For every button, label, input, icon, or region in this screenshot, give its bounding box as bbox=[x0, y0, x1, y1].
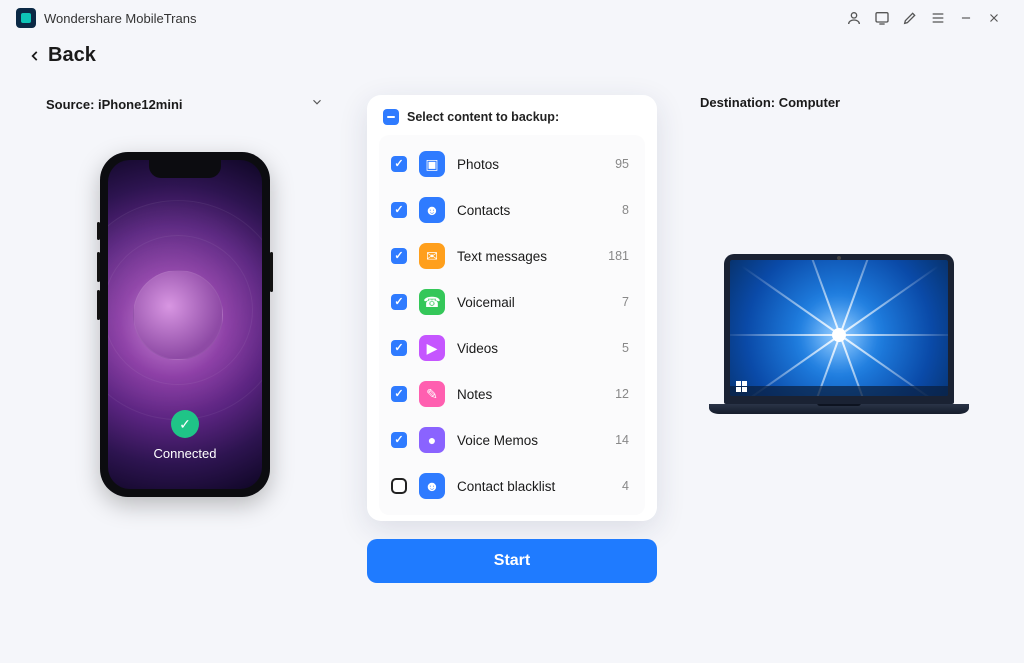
select-all-checkbox[interactable] bbox=[383, 109, 399, 125]
item-count: 5 bbox=[622, 341, 629, 355]
item-count: 95 bbox=[615, 157, 629, 171]
item-checkbox[interactable] bbox=[391, 156, 407, 172]
item-label: Voicemail bbox=[457, 295, 610, 310]
account-icon[interactable] bbox=[840, 4, 868, 32]
destination-column: Destination: Computer bbox=[694, 95, 984, 414]
photos-icon: ▣ bbox=[419, 151, 445, 177]
contacts-icon: ☻ bbox=[419, 197, 445, 223]
panel-header: Select content to backup: bbox=[407, 110, 559, 124]
menu-icon[interactable] bbox=[924, 4, 952, 32]
check-icon: ✓ bbox=[171, 410, 199, 438]
content-panel: Select content to backup: ▣ Photos 95 ☻ Cont… bbox=[367, 95, 657, 521]
item-label: Contact blacklist bbox=[457, 479, 610, 494]
start-button[interactable]: Start bbox=[367, 539, 657, 583]
notes-icon: ✎ bbox=[419, 381, 445, 407]
voicemail-icon: ☎ bbox=[419, 289, 445, 315]
item-checkbox[interactable] bbox=[391, 386, 407, 402]
destination-label: Destination: Computer bbox=[700, 95, 840, 110]
item-checkbox[interactable] bbox=[391, 432, 407, 448]
back-label: Back bbox=[48, 44, 96, 67]
content-selection-column: Select content to backup: ▣ Photos 95 ☻ Cont… bbox=[350, 95, 674, 583]
source-phone: ✓ Connected bbox=[100, 152, 270, 497]
connected-status: Connected bbox=[108, 446, 262, 461]
minimize-icon[interactable] bbox=[952, 4, 980, 32]
source-column: Source: iPhone12mini ✓ Connected bbox=[40, 95, 330, 497]
main-content: Source: iPhone12mini ✓ Connected Select … bbox=[0, 79, 1024, 583]
source-dropdown[interactable] bbox=[310, 95, 324, 114]
list-item[interactable]: ▦Calendar7 bbox=[381, 509, 639, 515]
item-count: 14 bbox=[615, 433, 629, 447]
item-checkbox[interactable] bbox=[391, 294, 407, 310]
list-item[interactable]: ▣ Photos 95 bbox=[381, 141, 639, 187]
blacklist-icon: ☻ bbox=[419, 473, 445, 499]
item-label: Videos bbox=[457, 341, 610, 356]
item-checkbox[interactable] bbox=[391, 202, 407, 218]
item-count: 7 bbox=[622, 295, 629, 309]
source-label: Source: iPhone12mini bbox=[46, 97, 183, 112]
list-item[interactable]: ☻ Contact blacklist 4 bbox=[381, 463, 639, 509]
messages-icon: ✉ bbox=[419, 243, 445, 269]
list-item[interactable]: ✉ Text messages 181 bbox=[381, 233, 639, 279]
list-item[interactable]: ☻ Contacts 8 bbox=[381, 187, 639, 233]
item-count: 8 bbox=[622, 203, 629, 217]
item-label: Photos bbox=[457, 157, 603, 172]
item-label: Notes bbox=[457, 387, 603, 402]
item-label: Contacts bbox=[457, 203, 610, 218]
destination-laptop bbox=[709, 254, 969, 414]
list-item[interactable]: ▶ Videos 5 bbox=[381, 325, 639, 371]
item-label: Text messages bbox=[457, 249, 596, 264]
list-item[interactable]: ● Voice Memos 14 bbox=[381, 417, 639, 463]
list-item[interactable]: ✎ Notes 12 bbox=[381, 371, 639, 417]
item-checkbox[interactable] bbox=[391, 248, 407, 264]
edit-icon[interactable] bbox=[896, 4, 924, 32]
list-item[interactable]: ☎ Voicemail 7 bbox=[381, 279, 639, 325]
item-count: 12 bbox=[615, 387, 629, 401]
close-icon[interactable] bbox=[980, 4, 1008, 32]
item-checkbox[interactable] bbox=[391, 478, 407, 494]
content-list[interactable]: ▣ Photos 95 ☻ Contacts 8 ✉ Text messages 181 ☎ Voi… bbox=[381, 141, 643, 515]
voicememo-icon: ● bbox=[419, 427, 445, 453]
app-title: Wondershare MobileTrans bbox=[44, 11, 196, 26]
item-label: Voice Memos bbox=[457, 433, 603, 448]
item-count: 4 bbox=[622, 479, 629, 493]
feedback-icon[interactable] bbox=[868, 4, 896, 32]
back-button[interactable]: Back bbox=[28, 44, 96, 67]
item-count: 181 bbox=[608, 249, 629, 263]
windows-logo-icon bbox=[736, 381, 747, 392]
titlebar: Wondershare MobileTrans bbox=[0, 0, 1024, 36]
item-checkbox[interactable] bbox=[391, 340, 407, 356]
app-logo bbox=[16, 8, 36, 28]
videos-icon: ▶ bbox=[419, 335, 445, 361]
